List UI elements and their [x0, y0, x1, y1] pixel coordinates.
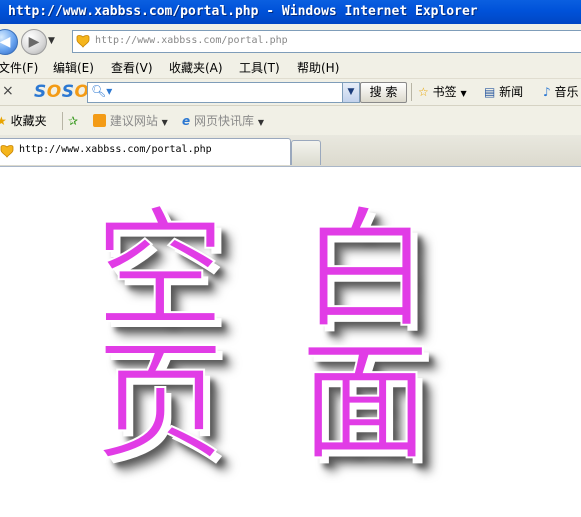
menu-file[interactable]: 文件(F)	[0, 58, 38, 78]
soso-search-input[interactable]: 🔍︎▾	[87, 82, 360, 103]
window-title: http://www.xabbss.com/portal.php - Windo…	[8, 4, 478, 19]
menu-help[interactable]: 帮助(H)	[297, 58, 339, 78]
forward-button[interactable]: ▶	[21, 29, 47, 55]
soso-music-button[interactable]: ♪ 音乐	[543, 82, 579, 102]
window-title-bar: http://www.xabbss.com/portal.php - Windo…	[0, 0, 581, 24]
arrow-right-icon: ▶	[28, 34, 40, 50]
back-button[interactable]: ◀	[0, 29, 18, 55]
menu-view[interactable]: 查看(V)	[111, 58, 153, 78]
music-note-icon: ♪	[543, 85, 551, 99]
soso-logo[interactable]: SOSO	[34, 82, 89, 102]
arrow-left-icon: ◀	[0, 34, 11, 50]
soso-news-button[interactable]: ▤ 新闻	[484, 82, 523, 102]
soso-search-button[interactable]: 搜 索	[360, 82, 407, 103]
heading-glyph: 白	[299, 194, 431, 346]
favorites-bar: ★ 收藏夹 ✰ 建议网站 ▼ e 网页快讯库 ▼	[0, 105, 581, 136]
tab-active[interactable]: http://www.xabbss.com/portal.php	[0, 138, 291, 165]
favorites-center-button[interactable]: ★ 收藏夹	[0, 112, 47, 130]
page-favicon-icon	[76, 35, 90, 48]
new-tab-button[interactable]	[291, 140, 321, 165]
menu-edit[interactable]: 编辑(E)	[53, 58, 94, 78]
toolbar-divider	[411, 83, 412, 101]
chevron-down-icon: ▼	[257, 118, 264, 127]
page-content: 空 白 页 面	[0, 167, 581, 517]
search-icon: 🔍︎▾	[91, 84, 113, 98]
menu-tools[interactable]: 工具(T)	[239, 58, 280, 78]
address-url: http://www.xabbss.com/portal.php	[95, 35, 288, 46]
suggested-sites-button[interactable]: 建议网站 ▼	[93, 112, 168, 132]
add-favorite-icon: ✰	[68, 114, 79, 128]
tab-bar: http://www.xabbss.com/portal.php	[0, 135, 581, 167]
tab-title: http://www.xabbss.com/portal.php	[19, 144, 212, 155]
star-icon: ☆	[418, 85, 429, 99]
soso-toolbar: × SOSO 🔍︎▾ ▼ 搜 索 ☆ 书签 ▼ ▤ 新闻 ♪ 音乐	[0, 78, 581, 105]
favorites-divider	[62, 112, 63, 130]
ie-icon: e	[182, 114, 191, 128]
suggested-sites-icon	[93, 114, 106, 127]
chevron-down-icon: ▼	[161, 118, 168, 127]
menu-bar: 文件(F) 编辑(E) 查看(V) 收藏夹(A) 工具(T) 帮助(H)	[0, 58, 581, 78]
heading-glyph: 页	[94, 326, 226, 478]
menu-favorites[interactable]: 收藏夹(A)	[169, 58, 223, 78]
address-bar[interactable]: http://www.xabbss.com/portal.php	[72, 30, 581, 53]
heading-glyph: 空	[94, 194, 226, 346]
add-to-favorites-bar-button[interactable]: ✰	[68, 112, 78, 130]
web-slice-gallery-button[interactable]: e 网页快讯库 ▼	[182, 112, 264, 132]
tab-favicon-icon	[0, 145, 14, 158]
favorites-star-icon: ★	[0, 114, 7, 128]
recent-pages-dropdown[interactable]: ▼	[48, 36, 55, 46]
heading-glyph: 面	[299, 326, 431, 478]
close-toolbar-icon[interactable]: ×	[2, 83, 14, 99]
address-toolbar: ◀ ▶ ▼ http://www.xabbss.com/portal.php	[0, 24, 581, 59]
soso-search-dropdown[interactable]: ▼	[342, 82, 360, 103]
chevron-down-icon: ▼	[460, 89, 467, 98]
soso-bookmarks-button[interactable]: ☆ 书签 ▼	[418, 82, 467, 104]
news-icon: ▤	[484, 85, 496, 99]
